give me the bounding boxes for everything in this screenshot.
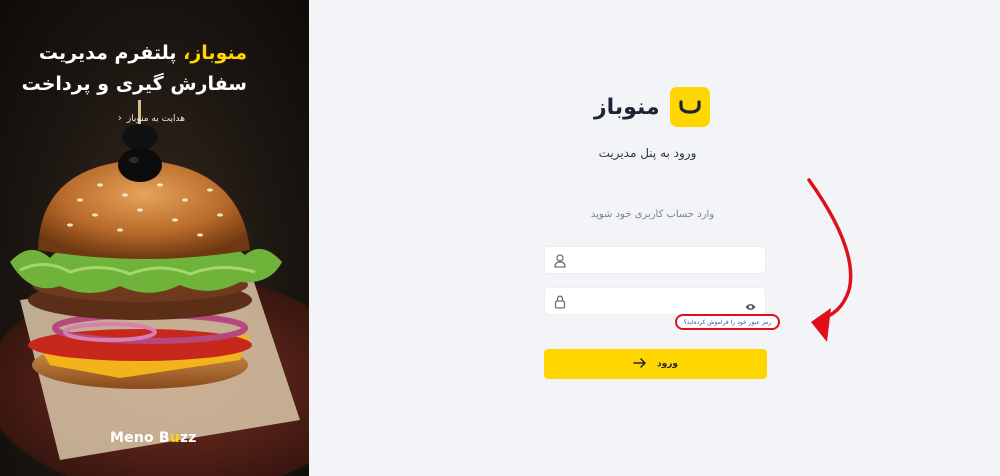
login-area: منوباز ورود به پنل مدیریت وارد حساب کارب… <box>309 0 1000 476</box>
brand-row: منوباز <box>594 87 710 127</box>
username-field <box>544 246 766 274</box>
username-input[interactable] <box>573 251 737 269</box>
user-icon <box>554 253 566 272</box>
hero-link-label: هدایت به منوباز <box>126 113 185 124</box>
logo-text-part3: zz <box>179 430 197 446</box>
logo-text-part2: u <box>169 430 180 446</box>
chevron-left-icon: ‹ <box>117 113 122 124</box>
hero-panel: منوباز، پلتفرم مدیریت سفارش گیری و پرداخ… <box>0 0 309 476</box>
hero-title-line1: پلتفرم مدیریت <box>38 42 177 64</box>
hero-title-brand: منوباز، <box>183 42 247 64</box>
lock-icon <box>554 294 566 313</box>
login-button[interactable]: ورود <box>544 349 767 379</box>
menobuzz-logo: Meno Buzz <box>110 430 197 446</box>
brand-logo-icon <box>669 87 710 127</box>
hero-link[interactable]: هدایت به منوباز ‹ <box>118 113 185 124</box>
annotation-arrow-icon <box>807 178 853 342</box>
arrow-right-icon <box>633 357 647 371</box>
brand-name: منوباز <box>594 94 660 120</box>
login-button-label: ورود <box>657 359 678 369</box>
logo-text-part1: Meno B <box>110 430 170 446</box>
password-input[interactable] <box>573 292 737 310</box>
forgot-password-link[interactable]: رمز عبور خود را فراموش کرده‌اید؟ <box>675 314 780 330</box>
eye-icon[interactable] <box>745 296 756 315</box>
hero-title-line2: سفارش گیری و پرداخت <box>21 73 247 95</box>
panel-title: ورود به پنل مدیریت <box>598 146 697 160</box>
hero-title: منوباز، پلتفرم مدیریت سفارش گیری و پرداخ… <box>7 38 247 100</box>
password-field <box>544 287 766 315</box>
forgot-password-label: رمز عبور خود را فراموش کرده‌اید؟ <box>683 318 772 326</box>
